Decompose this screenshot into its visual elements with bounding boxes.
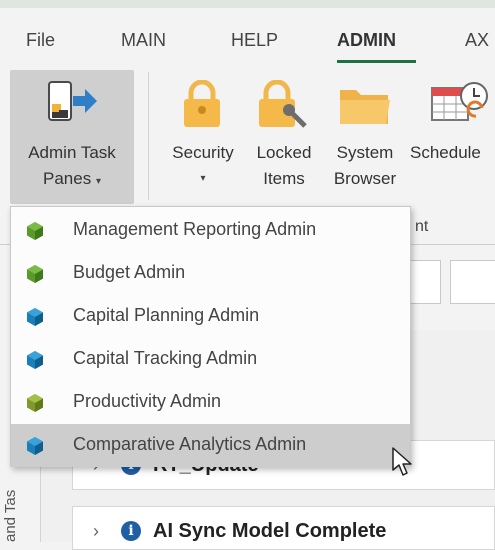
security-label: Security — [172, 143, 234, 162]
menu-admin[interactable]: ADMIN — [337, 30, 396, 51]
ribbon-separator — [148, 72, 149, 200]
mouse-cursor-icon — [392, 447, 412, 476]
scheduler-label: Schedule — [410, 143, 481, 162]
chevron-down-icon: ▾ — [200, 173, 206, 184]
admin-task-panes-label-1: Admin Task — [28, 143, 116, 162]
filter-combo-box-2[interactable] — [450, 260, 495, 304]
folder-icon — [340, 90, 390, 124]
dropdown-item-management-reporting-admin[interactable]: Management Reporting Admin — [11, 209, 410, 252]
chevron-down-icon: ▾ — [95, 176, 101, 187]
olive-cube-icon — [27, 394, 43, 412]
system-browser-button[interactable]: System Browser — [324, 70, 406, 204]
dropdown-item-capital-tracking-admin[interactable]: Capital Tracking Admin — [11, 338, 410, 381]
menu-bar: File MAIN HELP ADMIN AX — [0, 8, 495, 64]
task-pane-vertical-title: and Tas — [2, 489, 19, 542]
lock-icon — [184, 80, 220, 127]
system-browser-label-2: Browser — [333, 169, 397, 188]
menu-main[interactable]: MAIN — [121, 30, 166, 51]
chevron-right-icon[interactable]: › — [93, 521, 99, 542]
dropdown-item-label: Management Reporting Admin — [73, 219, 317, 239]
locked-items-button[interactable]: Locked Items — [247, 70, 321, 204]
task-pane-icon — [48, 81, 97, 121]
system-browser-label-1: System — [336, 143, 394, 162]
window-top-strip — [0, 0, 495, 8]
dropdown-item-label: Comparative Analytics Admin — [73, 434, 307, 454]
scheduler-button[interactable]: Schedule — [410, 70, 495, 204]
locked-items-label-1: Locked — [256, 143, 312, 162]
info-icon: i — [121, 521, 141, 541]
dropdown-item-label: Capital Planning Admin — [73, 305, 260, 325]
blue-cube-icon — [27, 437, 43, 455]
dropdown-item-comparative-analytics-admin[interactable]: Comparative Analytics Admin — [11, 424, 410, 467]
admin-task-panes-label-2: Panes — [43, 169, 92, 188]
dropdown-item-budget-admin[interactable]: Budget Admin — [11, 252, 410, 295]
menu-ax[interactable]: AX — [465, 30, 489, 51]
calendar-clock-icon — [431, 82, 488, 121]
locked-items-label-2: Items — [263, 169, 305, 188]
menu-file[interactable]: File — [26, 30, 55, 51]
dropdown-item-productivity-admin[interactable]: Productivity Admin — [11, 381, 410, 424]
lock-with-key-icon — [259, 80, 307, 128]
dropdown-item-label: Budget Admin — [73, 262, 186, 282]
admin-task-panes-button[interactable]: Admin Task Panes ▾ — [10, 70, 134, 204]
green-cube-icon — [27, 222, 43, 240]
menu-help[interactable]: HELP — [231, 30, 278, 51]
security-button[interactable]: Security ▾ — [162, 70, 244, 204]
list-item[interactable]: › i AI Sync Model Complete — [72, 506, 495, 550]
dropdown-item-label: Productivity Admin — [73, 391, 222, 411]
admin-task-panes-dropdown: Management Reporting Admin Budget Admin … — [10, 206, 411, 467]
green-cube-icon — [27, 265, 43, 283]
ribbon-group-label: nt — [415, 218, 429, 235]
blue-cube-icon — [27, 308, 43, 326]
active-tab-underline — [337, 60, 416, 63]
list-item-label: AI Sync Model Complete — [153, 520, 387, 542]
dropdown-item-label: Capital Tracking Admin — [73, 348, 258, 368]
dropdown-item-capital-planning-admin[interactable]: Capital Planning Admin — [11, 295, 410, 338]
blue-cube-icon — [27, 351, 43, 369]
